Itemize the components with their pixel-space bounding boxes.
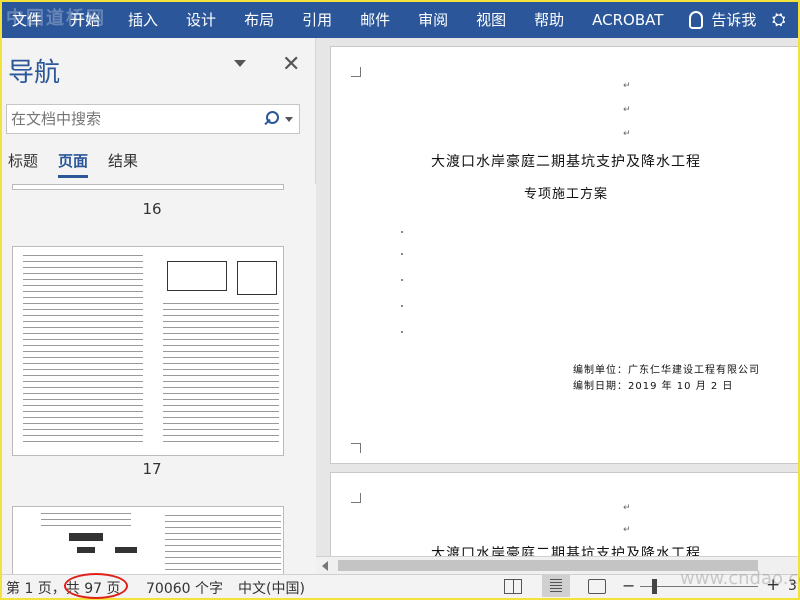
ribbon-tabs: 文件 开始 插入 设计 布局 引用 邮件 审阅 视图 帮助 ACROBAT 告诉… [2, 2, 798, 38]
tab-design[interactable]: 设计 [172, 2, 230, 38]
page-thumbnail[interactable] [12, 184, 284, 190]
zoom-level[interactable]: 3 [788, 578, 797, 594]
document-page[interactable]: ↵ ↵ ↵ 大渡口水岸豪庭二期基坑支护及降水工程 专项施工方案 编制单位：广东仁… [330, 46, 798, 464]
tab-home[interactable]: 开始 [56, 2, 114, 38]
user-icon[interactable]: ⛭ [772, 10, 798, 30]
tab-references[interactable]: 引用 [288, 2, 346, 38]
page-thumbnail[interactable] [12, 506, 284, 574]
read-mode-icon[interactable] [504, 579, 522, 594]
tab-headings[interactable]: 标题 [8, 150, 38, 178]
chevron-down-icon[interactable] [234, 60, 246, 67]
nav-title: 导航 [8, 58, 61, 88]
scrollbar-thumb[interactable] [338, 560, 758, 571]
document-area: ↵ ↵ ↵ 大渡口水岸豪庭二期基坑支护及降水工程 专项施工方案 编制单位：广东仁… [316, 38, 798, 574]
tab-pages[interactable]: 页面 [58, 150, 89, 178]
zoom-in-button[interactable]: + [766, 575, 780, 595]
web-layout-icon[interactable] [588, 579, 606, 594]
tab-help[interactable]: 帮助 [520, 2, 578, 38]
document-title: 大渡口水岸豪庭二期基坑支护及降水工程 [431, 154, 701, 170]
lightbulb-icon[interactable] [689, 11, 704, 29]
tab-acrobat[interactable]: ACROBAT [578, 2, 677, 38]
tab-insert[interactable]: 插入 [114, 2, 172, 38]
page-count[interactable]: 第 1 页，共 97 页 [6, 578, 121, 598]
zoom-slider-handle[interactable] [652, 579, 657, 594]
tab-file[interactable]: 文件 [2, 2, 56, 38]
tab-view[interactable]: 视图 [462, 2, 520, 38]
word-count[interactable]: 70060 个字 [146, 578, 223, 598]
date-line: 编制日期：2019 年 10 月 2 日 [573, 381, 734, 392]
chevron-down-icon[interactable] [285, 116, 293, 122]
page-thumbnails: 16 17 [2, 184, 302, 574]
nav-scrollbar[interactable] [302, 184, 316, 574]
page-number: 17 [142, 460, 162, 478]
tab-results[interactable]: 结果 [108, 150, 138, 178]
close-icon[interactable]: ✕ [282, 52, 300, 77]
zoom-out-button[interactable]: − [622, 576, 635, 595]
tab-layout[interactable]: 布局 [230, 2, 288, 38]
tab-review[interactable]: 审阅 [404, 2, 462, 38]
document-page[interactable]: ↵ ↵ 大渡口水岸豪庭二期基坑支护及降水工程 [330, 472, 798, 562]
compiler-line: 编制单位：广东仁华建设工程有限公司 [573, 365, 760, 376]
language-indicator[interactable]: 中文(中国) [238, 578, 305, 598]
nav-tabs: 标题 页面 结果 [8, 150, 158, 178]
document-subtitle: 专项施工方案 [523, 187, 608, 202]
tab-mailings[interactable]: 邮件 [346, 2, 404, 38]
page-thumbnail[interactable] [12, 246, 284, 456]
navigation-pane: 导航 ✕ 标题 页面 结果 16 17 [2, 38, 316, 574]
print-layout-icon[interactable] [542, 575, 570, 597]
tell-me-button[interactable]: 告诉我 [711, 2, 770, 38]
search-input[interactable] [7, 110, 261, 128]
search-box[interactable] [6, 104, 300, 134]
diagram-figure [237, 261, 277, 295]
diagram-figure [167, 261, 227, 291]
page-number: 16 [142, 200, 162, 218]
status-bar: 第 1 页，共 97 页 70060 个字 中文(中国) − + 3 [2, 573, 798, 599]
zoom-slider[interactable] [640, 586, 758, 587]
search-icon[interactable] [261, 110, 279, 128]
horizontal-scrollbar[interactable] [316, 556, 798, 574]
chevron-left-icon[interactable] [322, 561, 328, 571]
